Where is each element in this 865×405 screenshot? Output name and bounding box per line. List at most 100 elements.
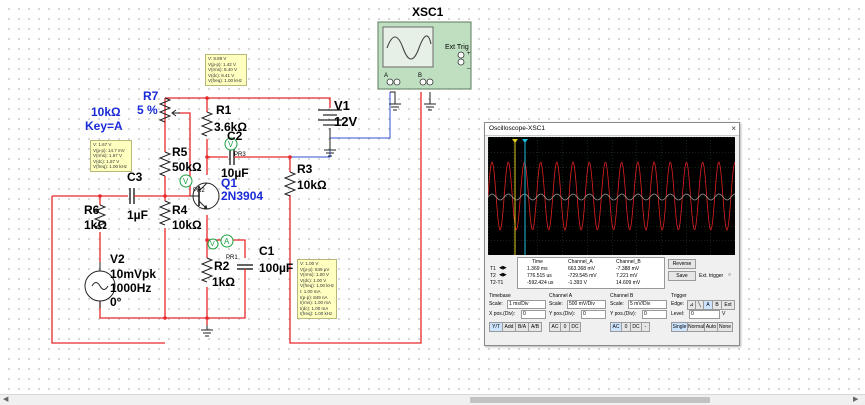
r4-value: 10kΩ — [172, 218, 202, 232]
channel-a-header: Channel A — [549, 293, 573, 299]
edge-label: Edge: — [671, 301, 685, 307]
port-a-label: A — [384, 73, 389, 79]
t2-arrows[interactable]: ◀▶ — [499, 272, 507, 278]
save-button[interactable]: Save — [668, 271, 696, 281]
r7-name: R7 — [143, 89, 159, 103]
none-button[interactable]: None — [717, 322, 733, 332]
auto-button[interactable]: Auto — [704, 322, 718, 332]
x-pos-field[interactable]: 0 — [521, 310, 546, 319]
v2-phase: 0° — [110, 295, 122, 309]
channel-b-header: Channel B — [610, 293, 634, 299]
close-icon[interactable]: × — [731, 124, 736, 133]
channel-a-ypos-label: Y pos.(Div): — [549, 311, 576, 317]
v1-name: V1 — [334, 98, 350, 113]
channel-b-scale-field[interactable]: 5 mV/Div — [628, 300, 667, 309]
readout-table: Time Channel_A Channel_B 1.369 ms 663.36… — [517, 257, 665, 289]
channel-b-scale-label: Scale: — [610, 301, 624, 307]
trigger-header: Trigger — [671, 293, 687, 299]
channel-b-invert-button[interactable]: - — [641, 322, 650, 332]
r4-name: R4 — [172, 203, 188, 217]
t1-channel-b: -7.388 mV — [616, 266, 640, 272]
t1-arrows[interactable]: ◀▶ — [499, 265, 507, 271]
mode-yt-button[interactable]: Y/T — [489, 322, 503, 332]
probe-a-label: A — [224, 237, 230, 246]
pr3-label: PR3 — [234, 152, 246, 158]
channel-a-dc-button[interactable]: DC — [569, 322, 581, 332]
port-b-label: B — [418, 73, 423, 79]
v2-amplitude: 10mVpk — [110, 267, 157, 281]
reverse-button[interactable]: Reverse — [668, 259, 696, 269]
plus-label: + — [467, 51, 471, 57]
pr1-label: PR1 — [226, 255, 238, 261]
normal-button[interactable]: Normal — [687, 322, 705, 332]
r3-value: 10kΩ — [297, 178, 327, 192]
row-label-t2: T2 — [490, 273, 496, 279]
row-label-t1: T1 — [490, 266, 496, 272]
scroll-thumb[interactable] — [470, 397, 710, 403]
probe-v-label: V — [210, 241, 215, 248]
r6-value: 1kΩ — [84, 218, 107, 232]
v2-frequency: 1000Hz — [110, 281, 152, 295]
c3-name: C3 — [127, 170, 143, 184]
channel-a-ypos-field[interactable]: 0 — [581, 310, 606, 319]
cursor-readout: T1 T2 T2-T1 ◀▶ ◀▶ Time Channel_A Channel… — [488, 257, 735, 291]
v2-name: V2 — [110, 252, 125, 266]
timebase-scale-label: Scale: — [489, 301, 503, 307]
oscilloscope-window[interactable]: Oscilloscope-XSC1 × T1 T2 T2-T1 ◀▶ ◀▶ Ti… — [484, 122, 740, 346]
mode-ab-button[interactable]: A/B — [528, 322, 542, 332]
t21-channel-b: 14.609 mV — [616, 280, 641, 286]
r1-name: R1 — [216, 103, 232, 117]
cursor-t1-handle[interactable] — [512, 139, 518, 143]
t21-channel-a: -1.393 V — [568, 280, 587, 286]
channel-a-scale-label: Scale: — [549, 301, 563, 307]
timebase-scale-field[interactable]: 1 ms/Div — [507, 300, 546, 309]
col-time: Time — [532, 259, 543, 265]
channel-b-ypos-field[interactable]: 0 — [642, 310, 667, 319]
t2-time: 776.515 us — [527, 273, 552, 279]
r7-value: 10kΩ — [91, 105, 121, 119]
edge-ext-button[interactable]: Ext — [721, 300, 735, 310]
single-button[interactable]: Single — [671, 322, 688, 332]
horizontal-scrollbar[interactable]: ◀ ▶ — [0, 394, 865, 405]
schematic-canvas[interactable]: XSC1 Ext Trig A B + _ R7 5 % 10kΩ Key=A … — [0, 0, 865, 394]
level-field[interactable]: 0 — [689, 310, 720, 319]
pr2-label: PR2 — [193, 188, 205, 194]
r6-name: R6 — [84, 203, 100, 217]
row-label-t2-t1: T2-T1 — [490, 280, 504, 286]
ext-trigger-icon[interactable]: ○ — [728, 272, 731, 278]
t2-channel-a: -729.545 mV — [568, 273, 597, 279]
probe-v-label: V — [183, 177, 189, 186]
mode-add-button[interactable]: Add — [502, 322, 516, 332]
mode-ba-button[interactable]: B/A — [515, 322, 529, 332]
ext-trig-label: Ext Trig — [445, 44, 469, 51]
col-channel-b: Channel_B — [616, 259, 641, 265]
q1-model: 2N3904 — [221, 189, 264, 203]
col-channel-a: Channel_A — [568, 259, 593, 265]
r5-name: R5 — [172, 145, 188, 159]
r2-value: 1kΩ — [212, 275, 235, 289]
channel-a-scale-field[interactable]: 500 mV/Div — [567, 300, 606, 309]
r7-pct: 5 % — [137, 103, 158, 117]
probe-left-readout: V: 1.67 V V(p-p): 14.7 mV V(rms): 1.67 V V(… — [90, 140, 132, 172]
c1-name: C1 — [259, 244, 275, 258]
t1-channel-a: 663.368 mV — [568, 266, 595, 272]
oscilloscope-titlebar[interactable]: Oscilloscope-XSC1 × — [485, 123, 739, 136]
t1-time: 1.369 ms — [527, 266, 548, 272]
probe-v-label: V — [228, 140, 234, 149]
oscilloscope-symbol[interactable] — [377, 21, 472, 90]
xsc1-label: XSC1 — [412, 5, 444, 19]
cursor-t2-handle[interactable] — [522, 139, 528, 143]
r3-name: R3 — [297, 162, 313, 176]
probe-bottom-readout: V: 1.00 V V(p-p): 849 µV V(rms): 1.00 V V(d… — [297, 259, 337, 319]
r5-value: 50kΩ — [172, 160, 202, 174]
c1-value: 100µF — [259, 261, 294, 275]
r7-key: Key=A — [85, 119, 123, 133]
timebase-header: Timebase — [489, 293, 511, 299]
level-unit: V — [722, 311, 726, 317]
t2-channel-b: 7.221 mV — [616, 273, 638, 279]
v1-value: 12V — [334, 114, 358, 129]
channel-b-ypos-label: Y pos.(Div): — [610, 311, 637, 317]
probe-top-readout: V: 8.89 V V(p-p): 1.42 V V(rms): 8.40 V V(d… — [205, 54, 247, 86]
c3-value: 1µF — [127, 208, 148, 222]
oscilloscope-screen[interactable] — [488, 137, 735, 255]
